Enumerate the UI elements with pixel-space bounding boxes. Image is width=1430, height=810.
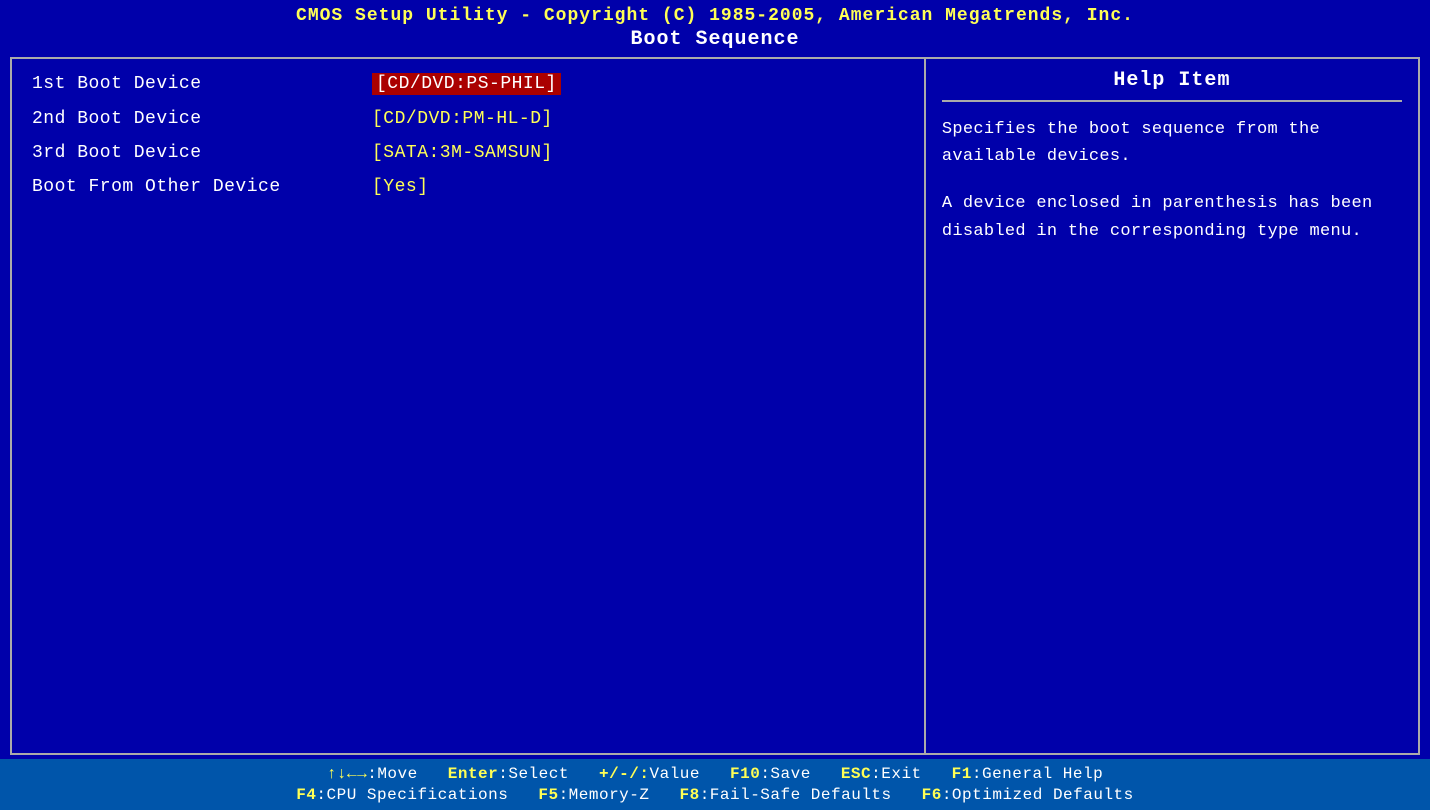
help-panel: Help Item Specifies the boot sequence fr… [926, 59, 1418, 753]
setting-value-4[interactable]: [Yes] [372, 177, 429, 197]
setting-value-2[interactable]: [CD/DVD:PM-HL-D] [372, 109, 553, 129]
setting-row-3[interactable]: 3rd Boot Device[SATA:3M-SAMSUN] [32, 143, 904, 163]
footer-item-l1-1: Enter:Select [448, 765, 569, 783]
footer-line-1: ↑↓←→:Move Enter:Select +/-/:Value F10:Save E… [20, 765, 1410, 783]
setting-row-2[interactable]: 2nd Boot Device[CD/DVD:PM-HL-D] [32, 109, 904, 129]
page-title: Boot Sequence [10, 28, 1420, 51]
setting-value-3[interactable]: [SATA:3M-SAMSUN] [372, 143, 553, 163]
bios-title: CMOS Setup Utility - Copyright (C) 1985-… [10, 6, 1420, 26]
setting-label-3: 3rd Boot Device [32, 143, 372, 163]
footer-item-l2-2: F8:Fail-Safe Defaults [679, 786, 891, 804]
main-content: 1st Boot Device[CD/DVD:PS-PHIL]2nd Boot … [10, 57, 1420, 755]
setting-value-1[interactable]: [CD/DVD:PS-PHIL] [372, 73, 561, 95]
help-text: Specifies the boot sequence from the ava… [942, 116, 1402, 245]
footer-item-l1-3: F10:Save [730, 765, 811, 783]
header: CMOS Setup Utility - Copyright (C) 1985-… [0, 0, 1430, 53]
setting-label-2: 2nd Boot Device [32, 109, 372, 129]
help-title: Help Item [942, 69, 1402, 102]
footer-item-l2-3: F6:Optimized Defaults [922, 786, 1134, 804]
footer-item-l2-0: F4:CPU Specifications [296, 786, 508, 804]
setting-row-4[interactable]: Boot From Other Device[Yes] [32, 177, 904, 197]
footer-item-l1-0: ↑↓←→:Move [327, 765, 418, 783]
setting-row-1[interactable]: 1st Boot Device[CD/DVD:PS-PHIL] [32, 73, 904, 95]
setting-label-4: Boot From Other Device [32, 177, 372, 197]
bios-screen: CMOS Setup Utility - Copyright (C) 1985-… [0, 0, 1430, 810]
setting-label-1: 1st Boot Device [32, 74, 372, 94]
footer-line-2: F4:CPU Specifications F5:Memory-Z F8:Fail-… [20, 786, 1410, 804]
footer-item-l1-4: ESC:Exit [841, 765, 922, 783]
footer-item-l2-1: F5:Memory-Z [538, 786, 649, 804]
footer: ↑↓←→:Move Enter:Select +/-/:Value F10:Save E… [0, 759, 1430, 810]
footer-item-l1-5: F1:General Help [952, 765, 1104, 783]
settings-panel: 1st Boot Device[CD/DVD:PS-PHIL]2nd Boot … [12, 59, 926, 753]
footer-item-l1-2: +/-/:Value [599, 765, 700, 783]
